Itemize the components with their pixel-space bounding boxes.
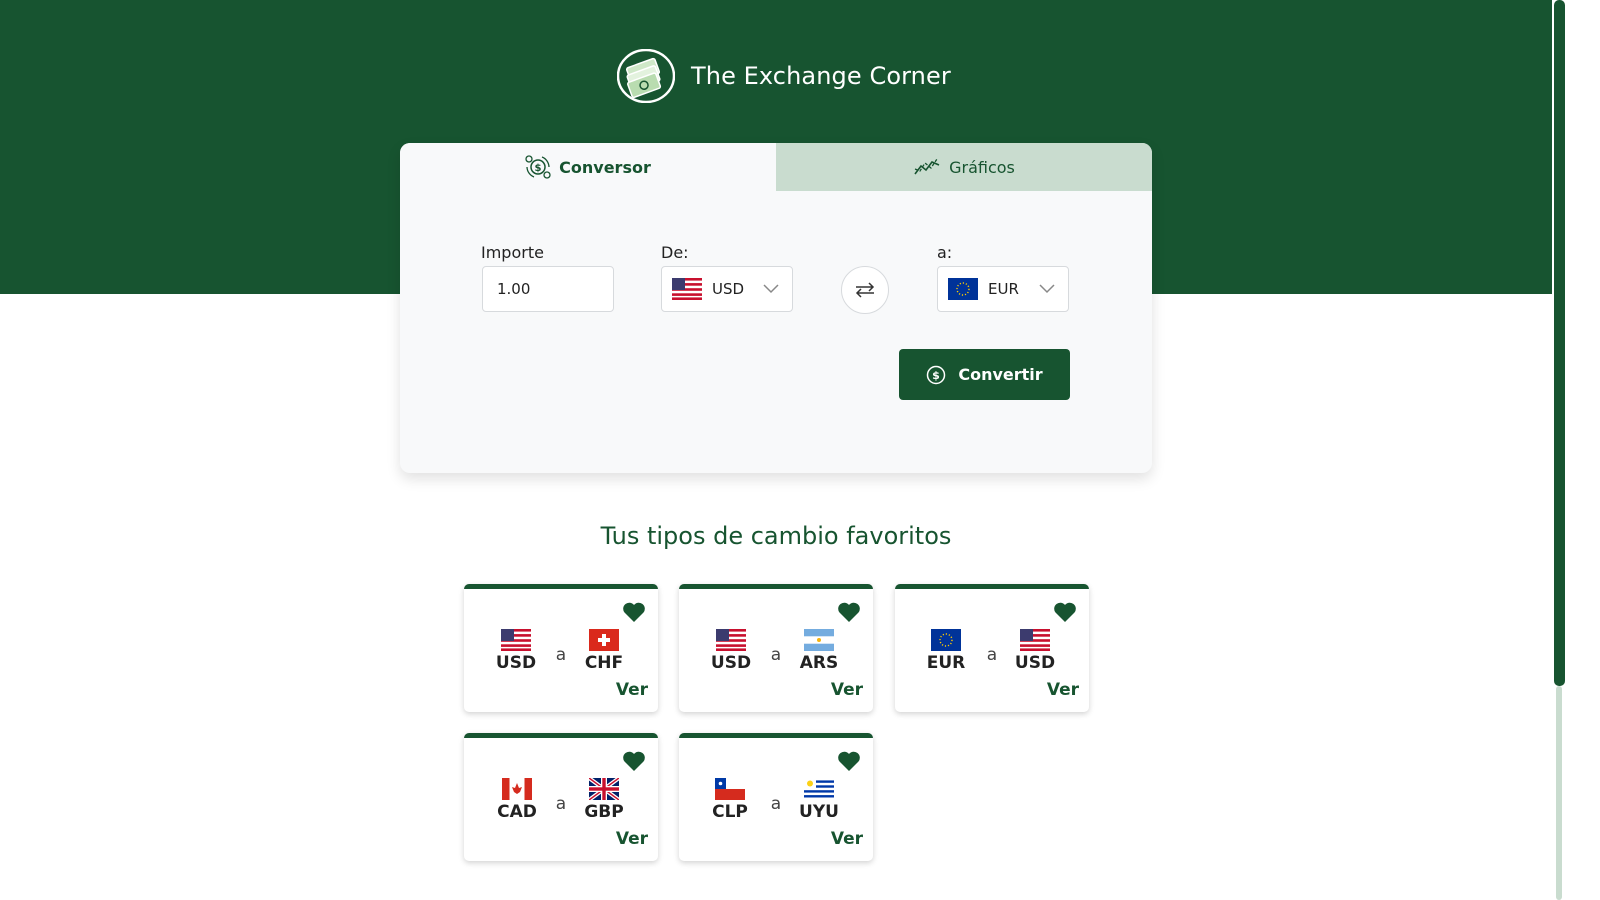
favorite-connector: a (770, 645, 782, 665)
coins-exchange-icon: $ (525, 155, 551, 179)
favorite-card[interactable]: CAD a GBP Ver (464, 733, 658, 861)
favorite-from: USD (706, 629, 756, 673)
favorite-card[interactable]: USD a ARS Ver (679, 584, 873, 712)
from-label: De: (661, 243, 689, 262)
app-title: The Exchange Corner (691, 62, 951, 90)
view-link[interactable]: Ver (616, 680, 648, 700)
favorite-to-code: USD (1014, 653, 1056, 673)
favorite-from-code: EUR (926, 653, 966, 673)
favorite-to: CHF (579, 629, 629, 673)
favorite-to-code: UYU (799, 802, 839, 822)
heart-icon[interactable] (622, 750, 646, 772)
to-currency-code: EUR (988, 280, 1019, 298)
scrollbar-thumb[interactable] (1554, 0, 1565, 686)
heart-icon[interactable] (837, 750, 861, 772)
favorite-to: USD (1010, 629, 1060, 673)
favorite-from-code: USD (710, 653, 752, 673)
gb-flag-icon (589, 778, 619, 800)
favorite-from-code: USD (495, 653, 537, 673)
svg-text:$: $ (535, 163, 542, 174)
favorite-card[interactable]: EUR a USD Ver (895, 584, 1089, 712)
favorite-connector: a (555, 645, 567, 665)
favorite-to-code: CHF (584, 653, 624, 673)
us-flag-icon (716, 629, 746, 651)
eu-flag-icon (931, 629, 961, 651)
view-link[interactable]: Ver (1047, 680, 1079, 700)
favorite-from: EUR (921, 629, 971, 673)
svg-text:$: $ (933, 369, 941, 382)
swap-arrows-icon (855, 282, 875, 298)
chevron-down-icon (1039, 284, 1055, 294)
us-flag-icon (672, 278, 702, 300)
cl-flag-icon (715, 778, 745, 800)
from-currency-select[interactable]: USD (661, 266, 793, 312)
eu-flag-icon (948, 278, 978, 300)
favorite-card[interactable]: USD a CHF Ver (464, 584, 658, 712)
heart-icon[interactable] (837, 601, 861, 623)
favorite-to-code: ARS (799, 653, 839, 673)
converter-card: $ Conversor Gráficos Importe De: USD (400, 143, 1152, 473)
uy-flag-icon (804, 778, 834, 800)
favorite-connector: a (555, 794, 567, 814)
amount-label: Importe (481, 243, 544, 262)
amount-input[interactable] (483, 280, 613, 298)
favorite-to: UYU (794, 778, 844, 822)
favorite-connector: a (986, 645, 998, 665)
favorite-to: ARS (794, 629, 844, 673)
view-link[interactable]: Ver (831, 680, 863, 700)
ca-flag-icon (502, 778, 532, 800)
to-currency-select[interactable]: EUR (937, 266, 1069, 312)
favorite-to-code: GBP (584, 802, 624, 822)
heart-icon[interactable] (1053, 601, 1077, 623)
swap-button[interactable] (841, 266, 889, 314)
tab-graficos-label: Gráficos (949, 157, 1015, 177)
favorite-from: CAD (492, 778, 542, 822)
favorites-title: Tus tipos de cambio favoritos (600, 522, 952, 550)
scrollbar-lower-track[interactable] (1556, 686, 1562, 900)
favorite-connector: a (770, 794, 782, 814)
favorite-from: USD (491, 629, 541, 673)
line-chart-icon (914, 158, 940, 175)
favorite-from-code: CAD (497, 802, 537, 822)
favorite-from-code: CLP (712, 802, 748, 822)
tab-conversor-label: Conversor (559, 157, 651, 177)
convert-button-label: Convertir (958, 365, 1043, 384)
money-bills-icon (617, 49, 675, 103)
tab-graficos[interactable]: Gráficos (776, 143, 1152, 191)
ar-flag-icon (804, 629, 834, 651)
brand[interactable]: The Exchange Corner (617, 48, 951, 104)
favorite-to: GBP (579, 778, 629, 822)
ch-flag-icon (589, 629, 619, 651)
view-link[interactable]: Ver (831, 829, 863, 849)
from-currency-code: USD (712, 280, 745, 298)
convert-button[interactable]: $ Convertir (899, 349, 1070, 400)
favorite-card[interactable]: CLP a UYU Ver (679, 733, 873, 861)
amount-field[interactable] (482, 266, 614, 312)
us-flag-icon (501, 629, 531, 651)
tab-conversor[interactable]: $ Conversor (400, 143, 776, 191)
chevron-down-icon (763, 284, 779, 294)
favorite-from: CLP (705, 778, 755, 822)
to-label: a: (937, 243, 953, 262)
dollar-coin-icon: $ (927, 365, 946, 384)
view-link[interactable]: Ver (616, 829, 648, 849)
us-flag-icon (1020, 629, 1050, 651)
heart-icon[interactable] (622, 601, 646, 623)
